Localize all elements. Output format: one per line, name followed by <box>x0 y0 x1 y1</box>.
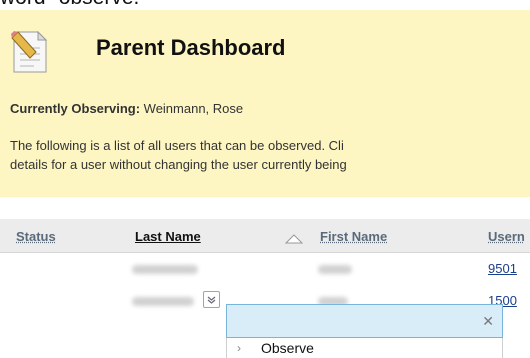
page-title: Parent Dashboard <box>96 35 286 60</box>
close-icon[interactable]: ✕ <box>482 313 494 330</box>
redacted-last-name <box>132 265 198 274</box>
menu-item-observe[interactable]: › Observe <box>226 338 503 358</box>
table-row: 9501 <box>0 253 530 283</box>
description-line-1: The following is a list of all users tha… <box>10 138 344 153</box>
column-header-first-name[interactable]: First Name <box>320 229 387 244</box>
description-line-2: details for a user without changing the … <box>10 157 347 172</box>
table-header: Status Last Name First Name Usern <box>0 219 530 253</box>
chevron-right-icon: › <box>237 341 241 355</box>
redacted-first-name <box>318 265 352 274</box>
redacted-last-name <box>132 297 194 306</box>
column-header-username[interactable]: Usern <box>488 229 525 244</box>
context-menu-header: ✕ <box>226 304 503 338</box>
document-pencil-icon <box>11 30 48 73</box>
dashboard-banner: Parent Dashboard Currently Observing: We… <box>0 10 530 197</box>
column-header-last-name[interactable]: Last Name <box>135 229 201 244</box>
observing-label: Currently Observing: <box>10 101 141 116</box>
column-header-status[interactable]: Status <box>16 229 56 244</box>
caption-text: word "observe." <box>0 0 147 10</box>
chevron-down-icon <box>207 296 216 304</box>
row-options-button[interactable] <box>203 291 220 308</box>
observing-value: Weinmann, Rose <box>143 101 244 116</box>
currently-observing: Currently Observing: Weinmann, Rose <box>10 101 243 116</box>
sort-ascending-icon[interactable] <box>285 234 303 244</box>
username-link[interactable]: 9501 <box>488 261 517 276</box>
description-text: The following is a list of all users tha… <box>10 136 530 174</box>
menu-item-label: Observe <box>261 340 314 356</box>
